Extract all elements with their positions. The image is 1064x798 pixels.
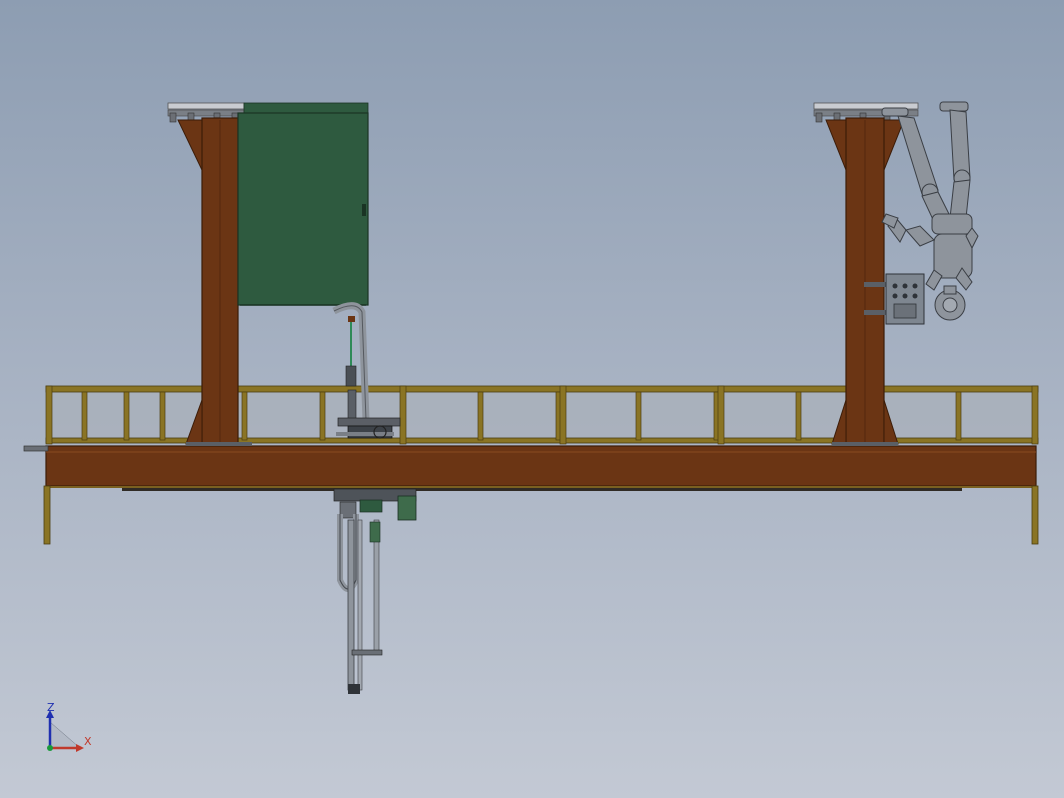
cad-drawing: Z X [23, 101, 1039, 752]
electrical-cabinet-icon[interactable] [237, 102, 369, 306]
hoist-assembly[interactable] [332, 302, 417, 694]
cad-viewport[interactable]: Z X [0, 0, 1064, 798]
triad-x-label: X [84, 735, 92, 748]
main-beam[interactable] [23, 445, 1039, 545]
triad-z-label: Z [47, 701, 55, 714]
triad-icon [46, 710, 84, 752]
